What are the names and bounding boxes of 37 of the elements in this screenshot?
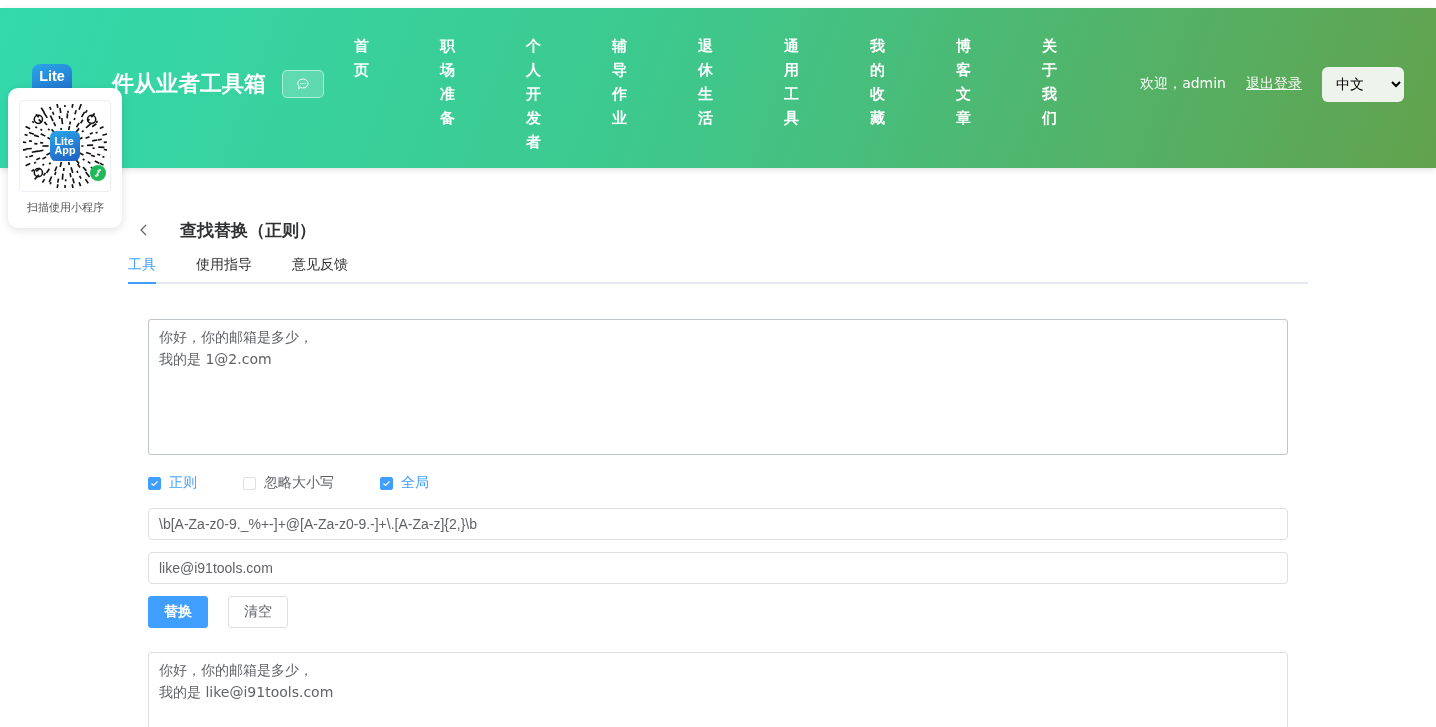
- tab[interactable]: 意见反馈: [292, 256, 348, 284]
- nav-link[interactable]: 通用工具: [784, 34, 870, 154]
- chat-bubble-icon: [297, 78, 309, 90]
- nav-link[interactable]: 博客文章: [956, 34, 1042, 154]
- text-line: 我的是 like@i91tools.com: [159, 683, 334, 702]
- nav-link[interactable]: 首页: [354, 34, 440, 154]
- clear-button[interactable]: 清空: [228, 596, 288, 628]
- nav-link[interactable]: 我的收藏: [870, 34, 956, 154]
- nav-link[interactable]: 辅导作业: [612, 34, 698, 154]
- check-icon: [382, 478, 391, 488]
- qr-caption: 扫描使用小程序: [26, 200, 104, 215]
- option-label: 全局: [401, 474, 429, 492]
- option-label: 忽略大小写: [264, 474, 334, 492]
- option-label: 正则: [169, 474, 197, 492]
- pattern-input[interactable]: \b[A-Za-z0-9._%+-]+@[A-Za-z0-9.-]+\.[A-Za-z]{2,}\b: [148, 508, 1288, 540]
- text-line: 你好，你的邮箱是多少，: [159, 661, 313, 680]
- nav-link[interactable]: 个人开发者: [526, 34, 612, 154]
- tab[interactable]: 使用指导: [196, 256, 252, 284]
- nav-link[interactable]: 关于我们: [1042, 34, 1128, 154]
- replace-button[interactable]: 替换: [148, 596, 208, 628]
- tab[interactable]: 工具: [128, 256, 156, 284]
- input-text-area[interactable]: 你好，你的邮箱是多少， 我的是 1@2.com: [148, 319, 1288, 455]
- app-logo: Lite App: [50, 131, 80, 161]
- logout-link[interactable]: 退出登录: [1246, 75, 1302, 93]
- nav-link[interactable]: 退休生活: [698, 34, 784, 154]
- language-select[interactable]: 中文: [1322, 66, 1404, 102]
- output-text-area[interactable]: 你好，你的邮箱是多少， 我的是 like@i91tools.com: [148, 652, 1288, 727]
- nav-link[interactable]: 职场准备: [440, 34, 526, 154]
- welcome-text: 欢迎，admin: [1140, 75, 1226, 93]
- check-icon: [150, 478, 159, 488]
- link-badge-icon: [90, 165, 106, 181]
- checkbox[interactable]: [148, 476, 161, 490]
- checkbox[interactable]: [380, 476, 393, 490]
- replacement-input[interactable]: like@i91tools.com: [148, 552, 1288, 584]
- text-line: 我的是 1@2.com: [159, 350, 272, 369]
- page-title: 查找替换（正则）: [180, 218, 316, 242]
- text-line: 你好，你的邮箱是多少，: [159, 328, 313, 347]
